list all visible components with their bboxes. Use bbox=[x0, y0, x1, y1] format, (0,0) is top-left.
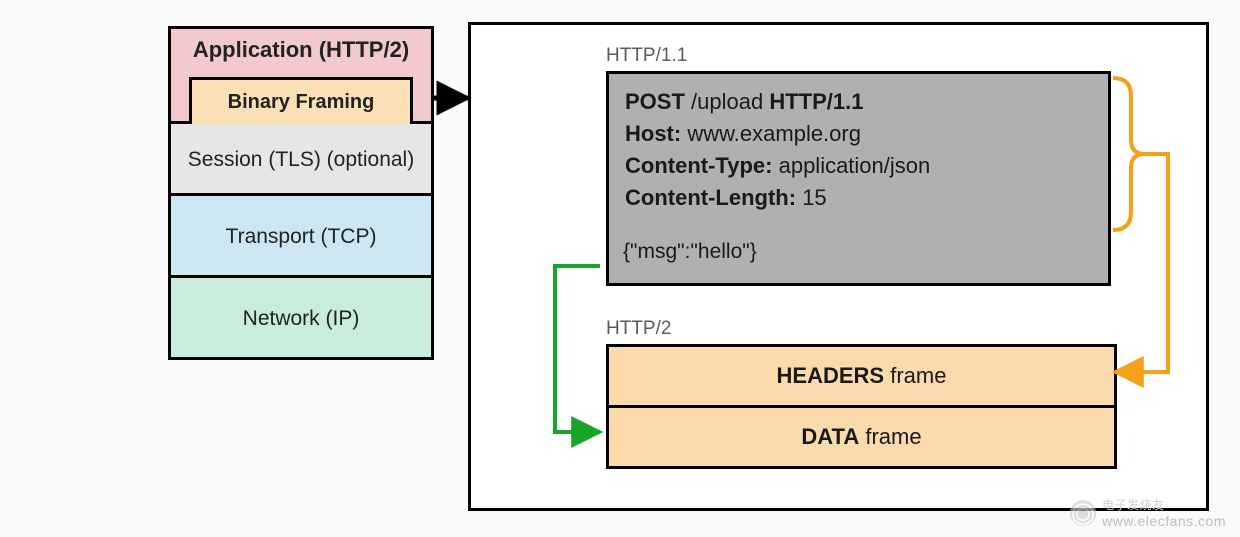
host-line: Host: www.example.org bbox=[625, 118, 1092, 150]
layer-transport: Transport (TCP) bbox=[171, 193, 431, 275]
watermark-icon bbox=[1070, 500, 1096, 526]
http11-label: HTTP/1.1 bbox=[606, 45, 687, 67]
watermark-cn: 电子发烧友 bbox=[1102, 498, 1165, 512]
content-length-line: Content-Length: 15 bbox=[625, 182, 1092, 214]
watermark-url: www.elecfans.com bbox=[1102, 513, 1226, 529]
watermark: 电子发烧友 www.elecfans.com bbox=[1070, 496, 1226, 529]
layer-session: Session (TLS) (optional) bbox=[171, 121, 431, 193]
headers-frame: HEADERS frame bbox=[609, 347, 1114, 405]
request-body: {"msg":"hello"} bbox=[623, 237, 757, 267]
data-frame: DATA frame bbox=[609, 405, 1114, 466]
http2-label: HTTP/2 bbox=[606, 318, 671, 340]
content-type-line: Content-Type: application/json bbox=[625, 150, 1092, 182]
layer-network: Network (IP) bbox=[171, 275, 431, 357]
protocol-stack: Application (HTTP/2) Binary Framing Sess… bbox=[168, 26, 434, 360]
binary-framing-box: Binary Framing bbox=[189, 77, 413, 124]
detail-panel: HTTP/1.1 POST /upload HTTP/1.1 Host: www… bbox=[468, 22, 1209, 511]
http11-request-box: POST /upload HTTP/1.1 Host: www.example.… bbox=[606, 71, 1111, 286]
layer-application-title: Application (HTTP/2) bbox=[179, 37, 423, 63]
layer-application: Application (HTTP/2) Binary Framing bbox=[171, 29, 431, 121]
request-line: POST /upload HTTP/1.1 bbox=[625, 86, 1092, 118]
http2-frame-stack: HEADERS frame DATA frame bbox=[606, 344, 1117, 469]
